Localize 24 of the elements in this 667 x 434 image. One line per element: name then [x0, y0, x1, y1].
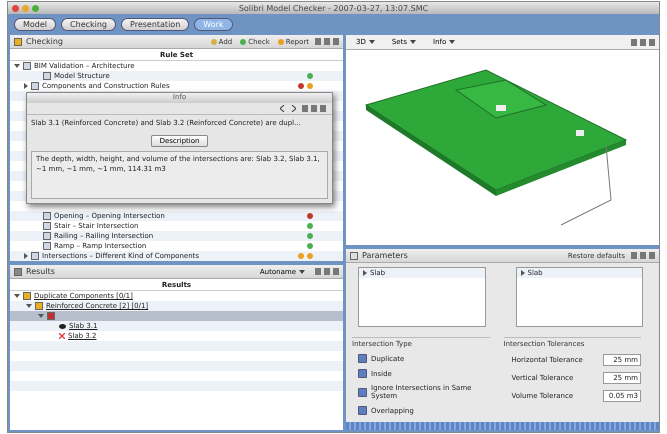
- results-icon: [14, 268, 22, 276]
- checkbox[interactable]: [358, 388, 367, 396]
- dialog-controls-icon[interactable]: [302, 105, 326, 112]
- panel-title: Checking: [26, 37, 64, 46]
- expand-arrow-icon[interactable]: [520, 270, 524, 276]
- tab[interactable]: Presentation: [121, 18, 190, 31]
- tab[interactable]: Model: [14, 18, 56, 31]
- expand-arrow-icon[interactable]: [363, 270, 367, 276]
- parameters-icon: [350, 252, 358, 260]
- checking-icon: [14, 38, 22, 46]
- checkbox[interactable]: [358, 406, 367, 415]
- horizontal-scrollbar[interactable]: [346, 422, 659, 430]
- panel-title: Parameters: [362, 251, 409, 260]
- toolbar-icons-icon[interactable]: [631, 38, 655, 46]
- window-title: Solibri Model Checker - 2007-03-27, 13:07.SMC: [238, 4, 430, 12]
- checkbox[interactable]: [358, 354, 367, 363]
- panel-controls-icon[interactable]: [315, 38, 339, 45]
- close-icon[interactable]: [12, 4, 19, 12]
- panel-controls-icon[interactable]: [631, 252, 655, 259]
- panel-controls-icon[interactable]: [315, 268, 339, 275]
- panel-title: Results: [26, 267, 56, 276]
- checkbox[interactable]: [358, 369, 367, 378]
- tab[interactable]: Checking: [61, 18, 116, 31]
- cross-icon[interactable]: [59, 333, 65, 339]
